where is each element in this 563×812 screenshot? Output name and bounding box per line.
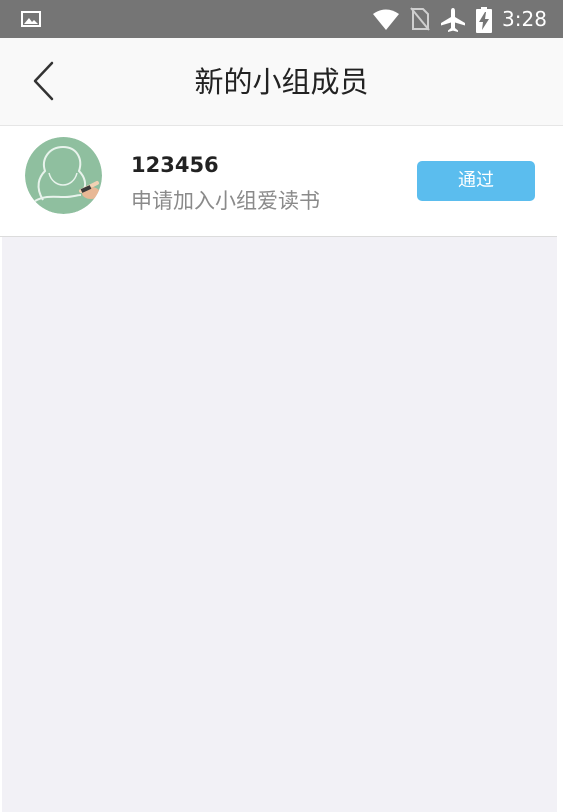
screen: 3:28 新的小组成员 123456 申请加入小组爱读书 通过	[0, 0, 563, 812]
wifi-icon	[372, 9, 400, 35]
airplane-icon	[440, 7, 466, 37]
gallery-icon	[21, 11, 41, 31]
request-message: 申请加入小组爱读书	[131, 189, 320, 213]
status-bar: 3:28	[0, 0, 563, 38]
battery-charging-icon	[476, 7, 492, 37]
avatar	[25, 137, 102, 214]
right-edge	[557, 38, 563, 812]
list-item: 123456 申请加入小组爱读书 通过	[0, 126, 557, 237]
no-sim-icon	[410, 7, 430, 35]
status-time: 3:28	[502, 7, 547, 31]
user-name: 123456	[131, 153, 219, 177]
approve-button[interactable]: 通过	[417, 161, 535, 201]
page-title: 新的小组成员	[194, 65, 369, 99]
header: 新的小组成员	[0, 38, 563, 126]
